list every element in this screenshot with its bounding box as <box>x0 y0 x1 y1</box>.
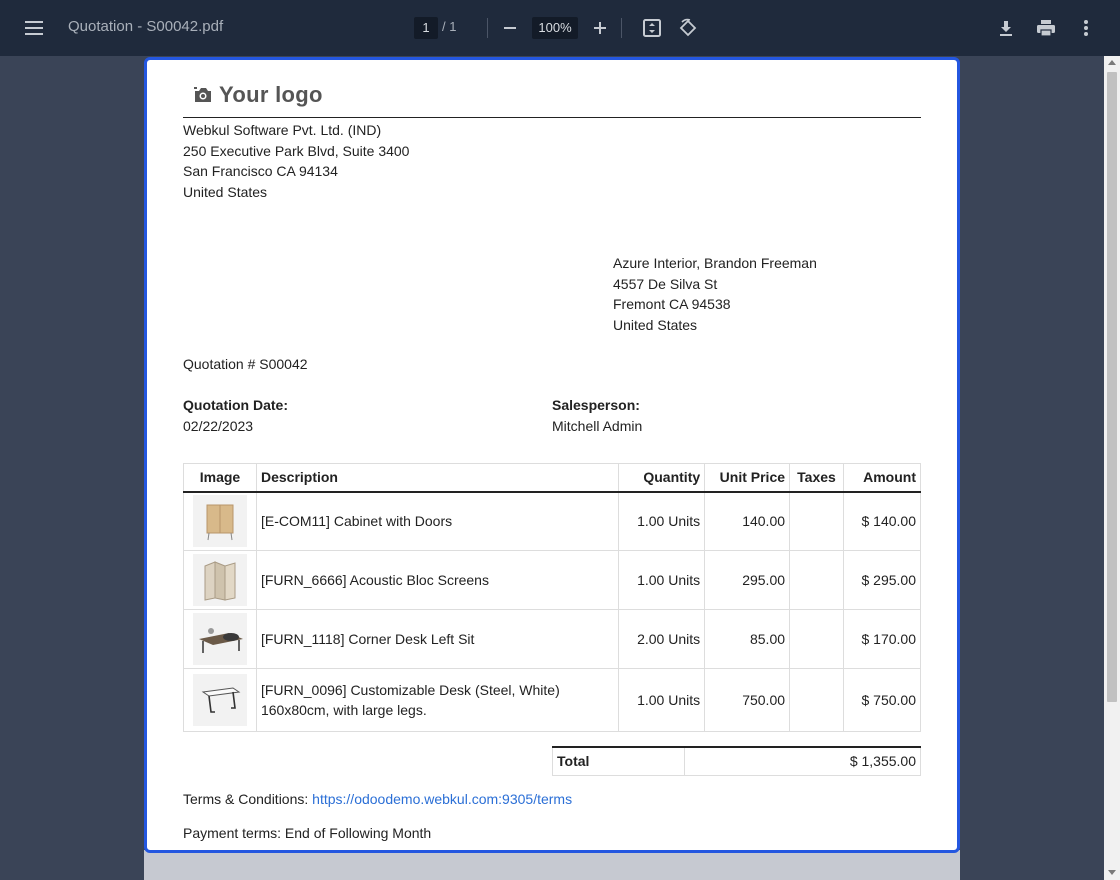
line-quantity: 1.00 Units <box>618 550 706 610</box>
line-quantity: 1.00 Units <box>618 668 706 732</box>
zoom-in-button[interactable] <box>588 16 612 40</box>
line-amount: $ 295.00 <box>843 550 921 610</box>
page-total: / 1 <box>442 19 457 34</box>
line-amount: $ 170.00 <box>843 609 921 669</box>
menu-icon <box>25 21 43 35</box>
line-description: [E-COM11] Cabinet with Doors <box>256 491 620 551</box>
rotate-icon <box>679 18 697 37</box>
desk-image <box>192 613 247 665</box>
more-options-button[interactable] <box>1074 16 1098 40</box>
company-name: Webkul Software Pvt. Ltd. (IND) <box>183 122 382 138</box>
cabinet-image <box>192 495 247 548</box>
fit-page-icon <box>643 19 661 37</box>
line-unit-price: 140.00 <box>704 491 791 551</box>
line-description: [FURN_1118] Corner Desk Left Sit <box>256 609 620 669</box>
total-row: Total $ 1,355.00 <box>552 746 921 776</box>
company-address: Webkul Software Pvt. Ltd. (IND) 250 Exec… <box>183 120 409 202</box>
header-image: Image <box>183 463 257 493</box>
more-vert-icon <box>1084 20 1088 36</box>
total-label: Total <box>552 746 685 776</box>
table-row: [E-COM11] Cabinet with Doors 1.00 Units … <box>183 491 921 551</box>
salesperson-value: Mitchell Admin <box>552 418 643 434</box>
company-city: San Francisco CA 94134 <box>183 163 338 179</box>
customer-city: Fremont CA 94538 <box>613 296 731 312</box>
quotation-date-value: 02/22/2023 <box>183 418 254 434</box>
line-amount: $ 750.00 <box>843 668 921 732</box>
download-icon <box>1000 21 1012 36</box>
line-description: [FURN_0096] Customizable Desk (Steel, Wh… <box>256 668 620 732</box>
rotate-button[interactable] <box>676 16 700 40</box>
header-amount: Amount <box>843 463 921 493</box>
menu-button[interactable] <box>18 14 50 42</box>
line-unit-price: 750.00 <box>704 668 791 732</box>
line-description: [FURN_6666] Acoustic Bloc Screens <box>256 550 620 610</box>
line-quantity: 1.00 Units <box>618 491 706 551</box>
payment-terms: Payment terms: End of Following Month <box>183 825 432 841</box>
line-taxes <box>789 668 844 732</box>
logo-text: Your logo <box>219 82 323 107</box>
zoom-level-input[interactable]: 100% <box>532 17 578 39</box>
quotation-date-label: Quotation Date: <box>183 397 288 413</box>
vertical-scrollbar[interactable] <box>1104 56 1120 880</box>
customer-address: Azure Interior, Brandon Freeman 4557 De … <box>613 253 817 335</box>
terms-and-conditions: Terms & Conditions: https://odoodemo.web… <box>183 791 572 807</box>
terms-link[interactable]: https://odoodemo.webkul.com:9305/terms <box>312 791 572 807</box>
scroll-up-arrow[interactable] <box>1108 60 1116 65</box>
line-quantity: 2.00 Units <box>618 609 706 669</box>
line-description-detail: 160x80cm, with large legs. <box>260 702 427 718</box>
screen-image <box>192 554 247 606</box>
total-value: $ 1,355.00 <box>684 746 921 776</box>
fit-page-button[interactable] <box>640 16 664 40</box>
zoom-in-icon <box>594 22 606 34</box>
quotation-number: Quotation # S00042 <box>183 356 308 372</box>
salesperson-label: Salesperson: <box>552 397 640 413</box>
line-unit-price: 295.00 <box>704 550 791 610</box>
pdf-page: Your logo Webkul Software Pvt. Ltd. (IND… <box>144 57 960 853</box>
customer-street: 4557 De Silva St <box>613 275 718 292</box>
line-taxes <box>789 491 844 551</box>
company-country: United States <box>183 183 268 200</box>
totals-table: Total $ 1,355.00 <box>552 746 921 776</box>
company-street: 250 Executive Park Blvd, Suite 3400 <box>183 142 410 159</box>
zoom-out-button[interactable] <box>498 16 522 40</box>
header-taxes: Taxes <box>789 463 844 493</box>
scroll-thumb[interactable] <box>1107 72 1117 702</box>
line-taxes <box>789 550 844 610</box>
table-row: [FURN_0096] Customizable Desk (Steel, Wh… <box>183 668 921 732</box>
line-unit-price: 85.00 <box>704 609 791 669</box>
toolbar-divider <box>621 18 622 38</box>
header-unit-price: Unit Price <box>704 463 791 493</box>
line-description-main: [FURN_0096] Customizable Desk (Steel, Wh… <box>260 682 560 698</box>
steel-desk-image <box>192 674 247 726</box>
print-button[interactable] <box>1034 16 1058 40</box>
terms-label: Terms & Conditions: <box>183 791 309 807</box>
header-description: Description <box>256 463 620 493</box>
table-row: [FURN_1118] Corner Desk Left Sit 2.00 Un… <box>183 609 921 669</box>
table-header-row: Image Description Quantity Unit Price Ta… <box>183 463 921 493</box>
pdf-toolbar: Quotation - S00042.pdf 1 / 1 100% <box>0 0 1120 56</box>
download-button[interactable] <box>994 16 1018 40</box>
camera-icon <box>194 87 211 102</box>
line-amount: $ 140.00 <box>843 491 921 551</box>
page-number-input[interactable]: 1 <box>414 17 438 39</box>
zoom-out-icon <box>504 27 516 29</box>
table-row: [FURN_6666] Acoustic Bloc Screens 1.00 U… <box>183 550 921 610</box>
customer-country: United States <box>613 316 698 333</box>
next-page-edge <box>144 850 960 880</box>
header-quantity: Quantity <box>618 463 706 493</box>
customer-name: Azure Interior, Brandon Freeman <box>613 255 817 271</box>
order-lines-table: Image Description Quantity Unit Price Ta… <box>183 463 921 732</box>
company-logo: Your logo <box>193 82 323 108</box>
header-divider <box>183 117 921 118</box>
scroll-down-arrow[interactable] <box>1108 870 1116 875</box>
document-title: Quotation - S00042.pdf <box>68 18 224 35</box>
line-taxes <box>789 609 844 669</box>
toolbar-divider <box>487 18 488 38</box>
print-icon <box>1037 20 1055 37</box>
